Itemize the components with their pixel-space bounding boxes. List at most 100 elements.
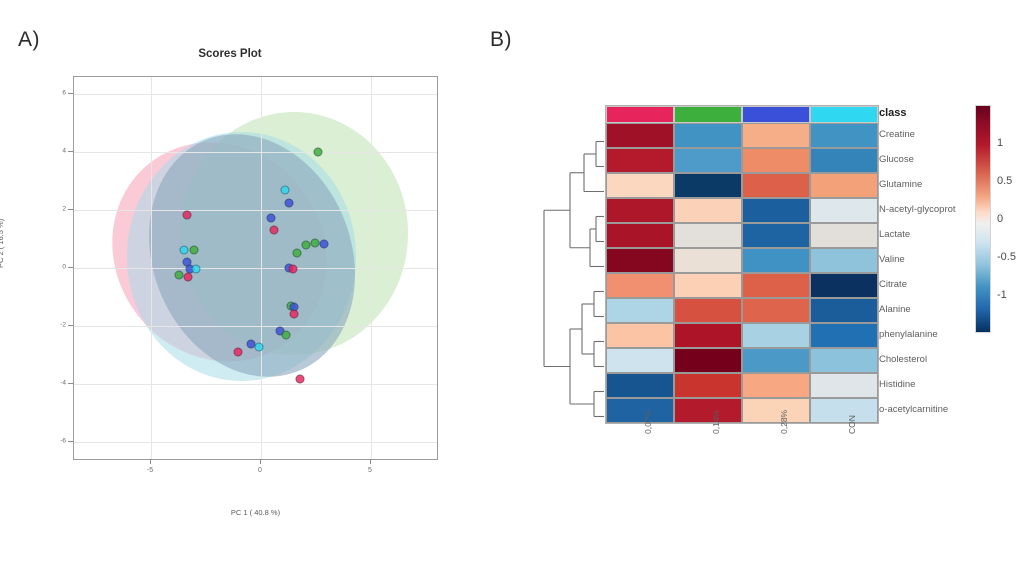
scatter-point: [183, 272, 193, 282]
heatmap-cell: [742, 398, 810, 423]
heatmap-cell: [742, 148, 810, 173]
colorbar-tick-label: 0: [997, 213, 1004, 225]
y-tick-mark: [68, 382, 73, 384]
scatter-point: [191, 264, 201, 274]
scatter-point: [313, 147, 323, 157]
y-tick-mark: [68, 209, 73, 211]
heatmap-cell: [606, 148, 674, 173]
heatmap-cell: [674, 223, 742, 248]
scatter-point: [233, 347, 243, 357]
scatter-point: [254, 342, 264, 352]
x-tick-mark: [150, 459, 151, 464]
gridline-horizontal: [74, 210, 437, 212]
gridline-horizontal: [74, 325, 437, 327]
scatter-point: [310, 238, 320, 248]
y-tick-label: 0: [62, 263, 66, 271]
heatmap-cell: [674, 273, 742, 298]
heatmap-cell: [810, 198, 878, 223]
y-tick-mark: [68, 324, 73, 326]
scatter-point: [284, 198, 293, 208]
scatter-point: [301, 240, 311, 250]
heatmap-cell: [810, 273, 878, 298]
heatmap-cell: [606, 298, 674, 323]
heatmap-cell: [674, 248, 742, 273]
y-tick-label: -2: [60, 321, 66, 329]
heatmap-cell: [606, 398, 674, 423]
x-tick-mark: [370, 459, 371, 464]
y-tick-label: 4: [62, 147, 66, 155]
heatmap-cell: [810, 373, 878, 398]
scatter-point: [174, 270, 183, 280]
heatmap-cell: [742, 373, 810, 398]
colorbar-tick-label: -0.5: [997, 251, 1016, 263]
scatter-point: [292, 248, 302, 258]
colorbar-tick-label: 0.5: [997, 175, 1013, 187]
scatter-point: [319, 239, 329, 249]
x-tick-mark: [260, 459, 261, 464]
x-tick-label: -5: [146, 467, 154, 474]
y-tick-mark: [68, 151, 73, 153]
heatmap-cell: [606, 198, 674, 223]
heatmap-grid: [605, 105, 879, 424]
panel-b-heatmap: B) class Creatine Glucose Glutamine N-acetyl…: [470, 0, 1024, 576]
class-band-0,14%: [674, 106, 742, 123]
class-band-0,28%: [742, 106, 810, 123]
gridline-horizontal: [74, 152, 437, 154]
scatter-point: [280, 185, 290, 195]
heatmap-cell: [742, 123, 810, 148]
heatmap-cell: [606, 173, 674, 198]
heatmap-cell: [674, 173, 742, 198]
heatmap-cell: [606, 223, 674, 248]
scatter-point: [269, 225, 279, 234]
heatmap-cell: [810, 173, 878, 198]
heatmap-cell: [674, 123, 742, 148]
heatmap-cell: [810, 248, 878, 273]
heatmap-column-label: CON: [847, 415, 857, 434]
colorbar-tick-label: -1: [997, 289, 1007, 301]
colorbar-gradient: [975, 105, 991, 333]
x-tick-label: 5: [368, 467, 372, 474]
heatmap-cell: [674, 373, 742, 398]
scatter-point: [179, 245, 189, 255]
heatmap-cell: [810, 223, 878, 248]
heatmap-cell: [742, 173, 810, 198]
heatmap-cell: [606, 348, 674, 373]
panel-a-letter: A): [18, 28, 40, 51]
heatmap-row-label: Cholesterol: [879, 354, 928, 365]
scatter-point: [266, 213, 276, 223]
heatmap-cell: [742, 248, 810, 273]
colorbar-tick-label: 1: [997, 137, 1004, 149]
scatter-point: [288, 264, 298, 274]
heatmap-cell: [674, 398, 742, 423]
gridline-horizontal: [74, 383, 437, 385]
heatmap-cell: [606, 373, 674, 398]
gridline-vertical: [261, 77, 262, 459]
scatter-point: [295, 374, 304, 384]
class-band-CON: [810, 106, 878, 123]
heatmap-cell: [810, 298, 878, 323]
heatmap-cell: [674, 198, 742, 223]
heatmap-cell: [742, 223, 810, 248]
heatmap-cell: [606, 248, 674, 273]
gridline-vertical: [371, 77, 372, 459]
scatter-point: [289, 309, 299, 319]
y-tick-label: -4: [60, 379, 66, 387]
heatmap-cell: [606, 323, 674, 348]
heatmap-column-labels: 0,07% 0,14% 0,28% CON: [605, 410, 877, 500]
heatmap-cell: [810, 348, 878, 373]
heatmap-cell: [742, 323, 810, 348]
y-tick-label: 2: [62, 205, 66, 213]
y-axis-label: PC 2 ( 16.5 %): [0, 218, 5, 268]
heatmap-cell: [674, 148, 742, 173]
heatmap-cell: [742, 198, 810, 223]
x-axis-label: PC 1 ( 40.8 %): [230, 508, 281, 517]
heatmap-cell: [810, 323, 878, 348]
scatter-point: [281, 330, 291, 340]
gridline-horizontal: [74, 441, 437, 443]
scatter-point: [189, 245, 199, 255]
panel-b-letter: B): [490, 28, 512, 51]
y-tick-label: -6: [60, 437, 66, 445]
gridline-horizontal: [74, 268, 437, 269]
heatmap-cell: [810, 123, 878, 148]
heatmap-cell: [742, 348, 810, 373]
